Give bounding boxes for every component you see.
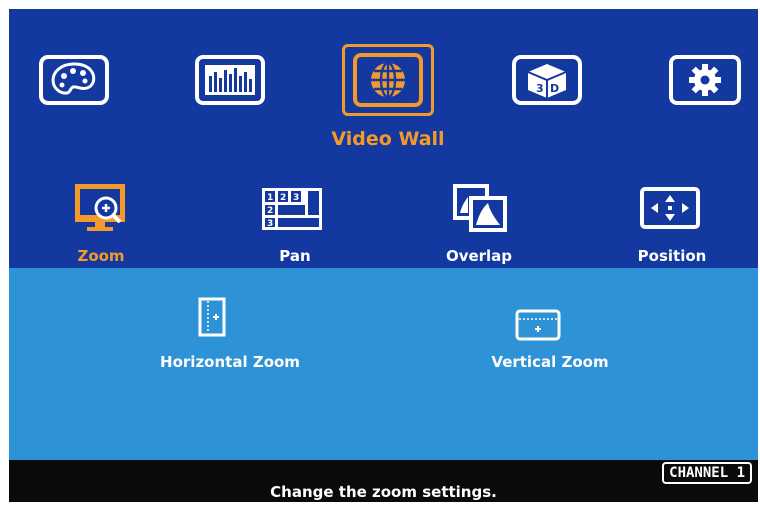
zoom-option-horizontal-label: Horizontal Zoom (160, 353, 300, 371)
osd-screen: Video Wall 3 D Zoom 1 2 3 2 3 Pan Overla… (9, 9, 758, 502)
pan-grid-number: 2 (280, 193, 286, 203)
sub-menu-pan-label: Pan (279, 247, 311, 265)
main-menu-panel: Video Wall 3 D Zoom 1 2 3 2 3 Pan Overla… (9, 9, 758, 268)
main-menu-item-video-wall[interactable] (342, 44, 434, 116)
pan-grid-number: 2 (267, 206, 273, 216)
sub-menu-position-label: Position (637, 247, 707, 265)
sub-menu-item-pan[interactable]: 1 2 3 2 3 (260, 186, 324, 232)
zoom-options-panel: Horizontal Zoom Vertical Zoom (9, 268, 758, 460)
sub-menu-item-position[interactable] (639, 186, 701, 230)
zoom-icon (75, 184, 125, 231)
vertical-zoom-icon (515, 309, 561, 341)
svg-text:3: 3 (536, 82, 544, 95)
zoom-option-horizontal[interactable] (198, 297, 226, 337)
pan-grid-number: 3 (293, 193, 299, 203)
help-text: Change the zoom settings. (270, 483, 497, 501)
main-menu-item-picture[interactable] (37, 52, 111, 108)
zoom-option-vertical[interactable] (515, 309, 561, 341)
sub-menu-item-overlap[interactable] (450, 181, 510, 235)
status-bar: CHANNEL 1 Change the zoom settings. (9, 460, 758, 502)
equalizer-icon (195, 55, 265, 105)
sub-menu-zoom-label: Zoom (77, 247, 125, 265)
palette-icon (39, 55, 109, 105)
globe-icon (353, 53, 423, 107)
main-menu-selected-label: Video Wall (331, 128, 445, 150)
svg-text:D: D (550, 82, 559, 95)
sub-menu-overlap-label: Overlap (445, 247, 513, 265)
main-menu-item-settings[interactable] (667, 52, 743, 108)
channel-badge: CHANNEL 1 (662, 462, 752, 484)
position-icon (640, 187, 700, 229)
main-menu-item-audio[interactable] (193, 52, 267, 108)
main-menu-item-3d[interactable]: 3 D (510, 52, 584, 108)
pan-grid-number: 1 (267, 193, 273, 203)
horizontal-zoom-icon (198, 297, 226, 337)
gear-icon (669, 55, 741, 105)
pan-grid-icon: 1 2 3 2 3 (262, 188, 322, 230)
overlap-icon (453, 184, 507, 232)
sub-menu-item-zoom[interactable] (71, 181, 131, 233)
3d-icon: 3 D (512, 55, 582, 105)
pan-grid-number: 3 (267, 219, 273, 229)
zoom-option-vertical-label: Vertical Zoom (491, 353, 609, 371)
